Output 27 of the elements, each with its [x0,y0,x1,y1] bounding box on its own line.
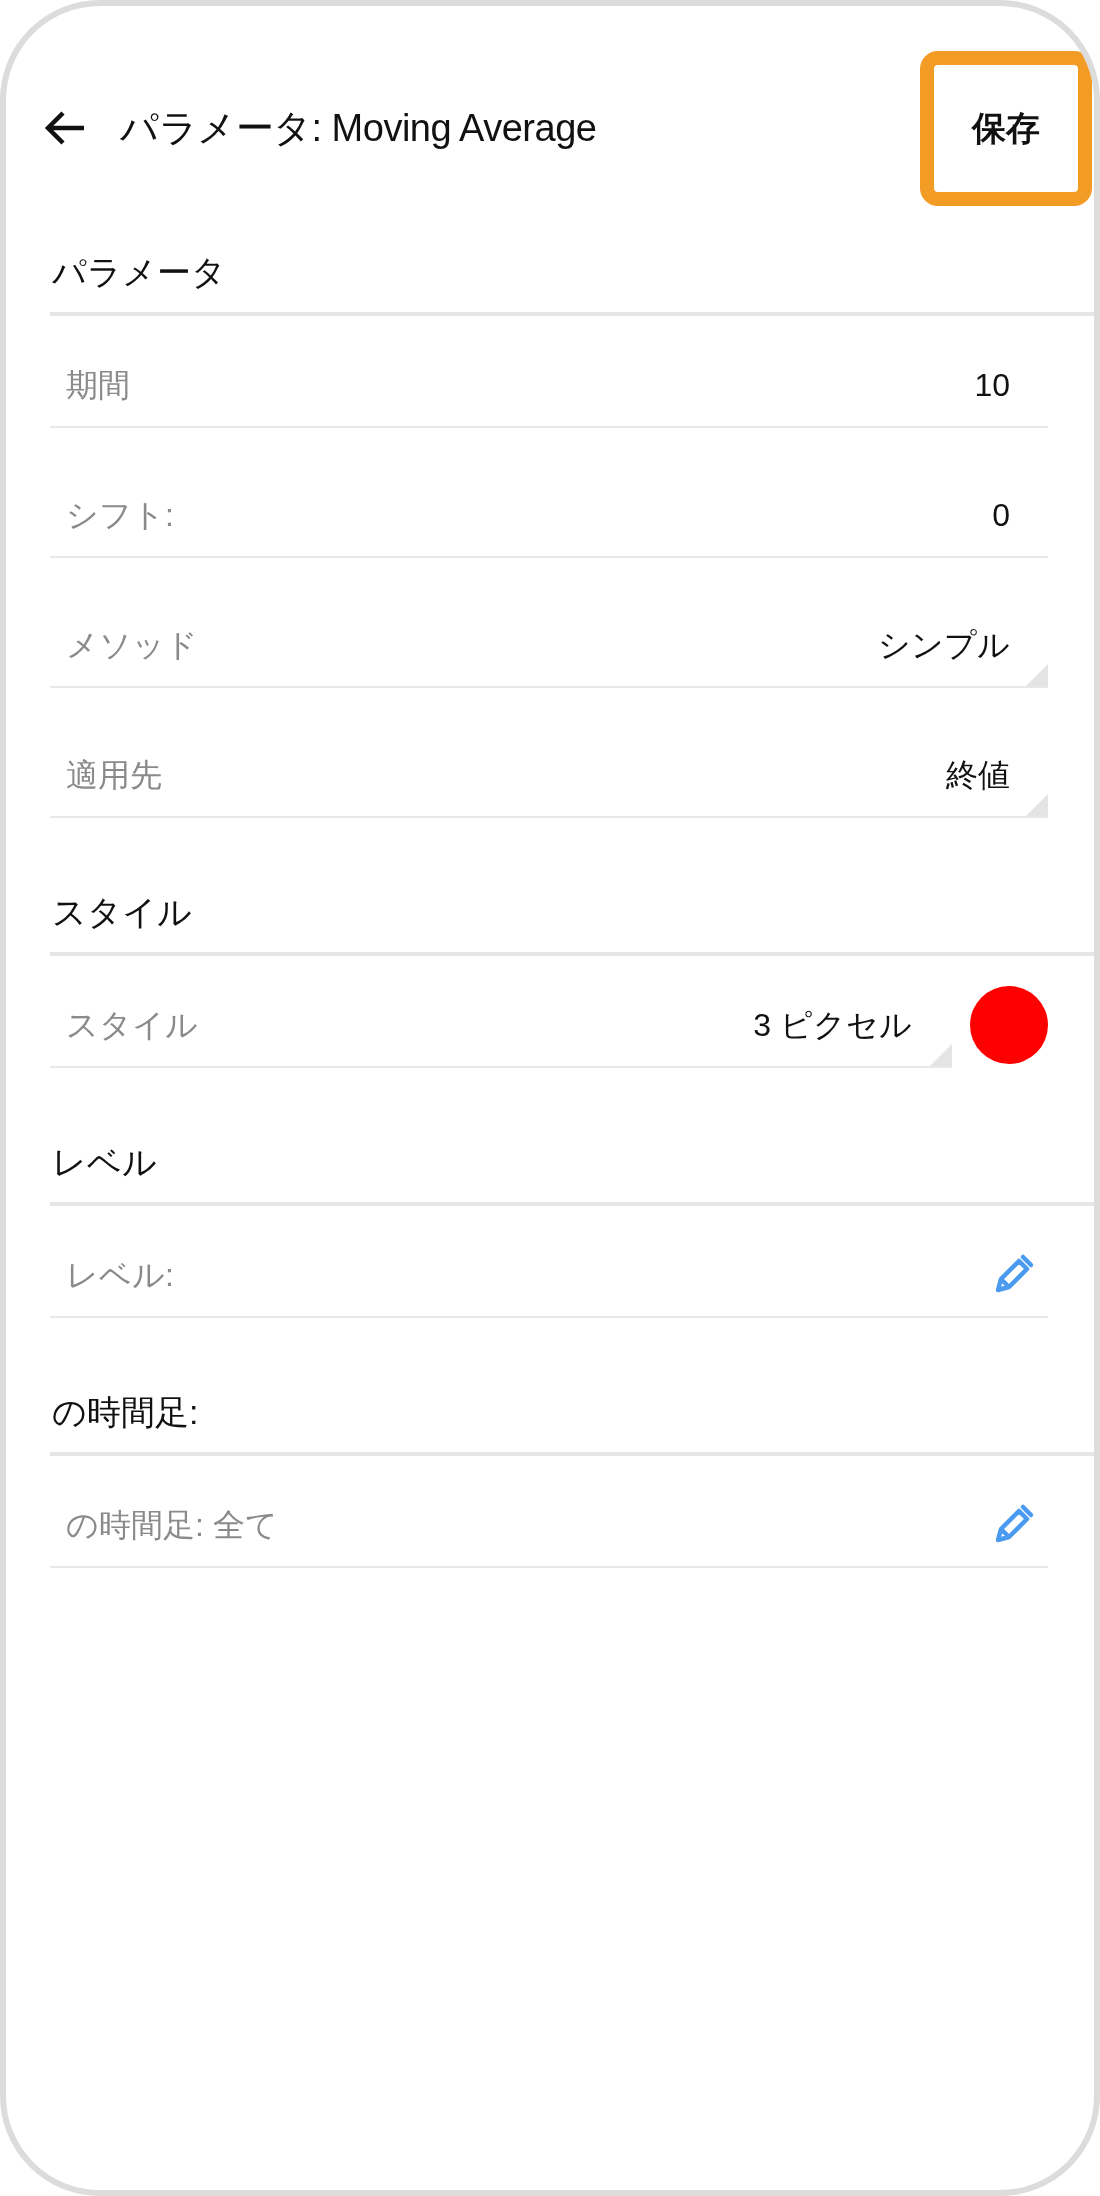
input-field[interactable]: 期間 10 [50,316,1048,428]
dropdown-field[interactable]: メソッド シンプル [50,576,1048,688]
screen-title: パラメータ: Moving Average [120,105,597,151]
field-label: 期間 [66,366,130,405]
dropdown-field[interactable]: スタイル 3 ピクセル [50,956,952,1068]
field-label: 適用先 [66,756,162,795]
field-value: シンプル [878,626,1010,665]
field-label: シフト: [66,496,174,535]
field-value: 3 ピクセル [753,1006,912,1045]
section-heading: の時間足: [51,1392,199,1432]
field-label: メソッド [66,626,198,665]
section-heading: レベル [51,1142,157,1182]
section-heading: パラメータ [51,252,226,292]
input-field[interactable]: シフト: 0 [50,446,1048,558]
dropdown-corner-icon [1026,794,1048,816]
field-label: スタイル [66,1006,198,1045]
field-label: の時間足: 全て [66,1506,278,1545]
field-value: 0 [992,496,1010,535]
field-label: レベル: [66,1256,174,1295]
dropdown-field[interactable]: 適用先 終値 [50,706,1048,818]
dropdown-corner-icon [1026,664,1048,686]
section-heading: スタイル [51,892,192,932]
field-value: 終値 [946,756,1010,795]
dropdown-corner-icon [930,1044,952,1066]
save-button[interactable]: 保存 [920,50,1092,206]
back-arrow-icon[interactable] [44,110,86,146]
field-value: 10 [974,366,1010,405]
